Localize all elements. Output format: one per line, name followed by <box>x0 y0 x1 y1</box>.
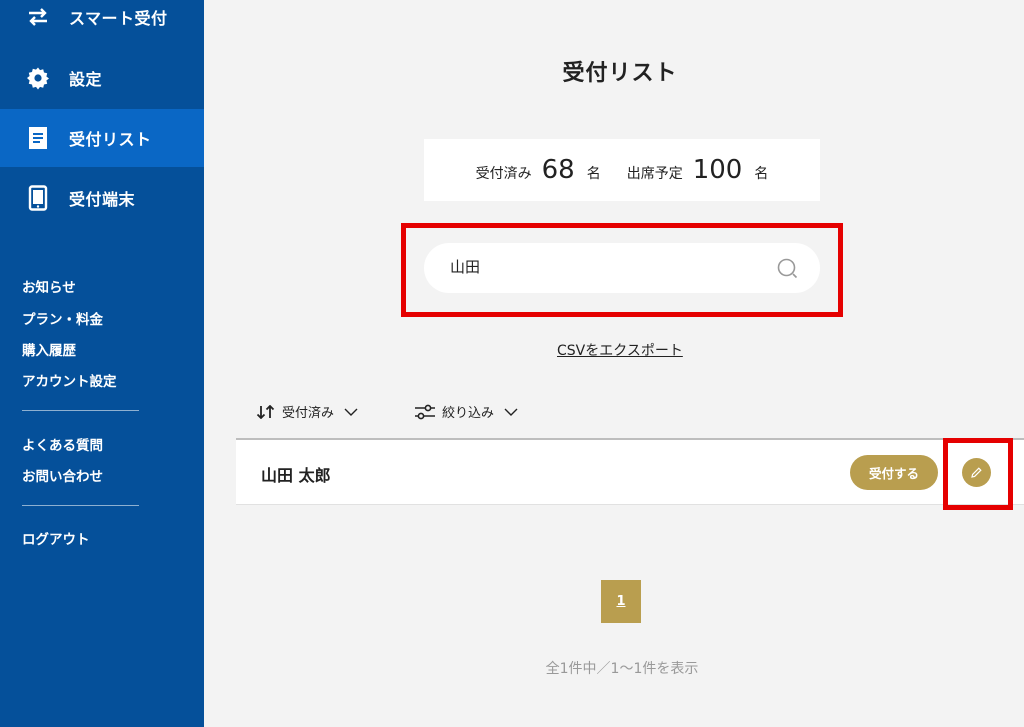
check-in-button[interactable]: 受付する <box>850 455 938 490</box>
checked-in-stat: 受付済み 68 名 <box>476 155 601 185</box>
checked-in-count: 68 <box>541 155 575 185</box>
link-account-settings[interactable]: アカウント設定 <box>22 370 117 390</box>
checked-in-label: 受付済み <box>475 166 532 182</box>
sidebar: スマート受付 設定 受付リスト 受付端末 お知らせ プラン・料金 購入履歴 アカ… <box>0 0 204 727</box>
sort-dropdown[interactable]: 受付済み <box>256 402 358 421</box>
link-contact[interactable]: お問い合わせ <box>22 465 103 485</box>
swap-arrows-icon <box>26 5 50 29</box>
search-icon[interactable] <box>776 257 800 281</box>
document-icon <box>26 126 50 150</box>
search-box[interactable] <box>424 243 820 293</box>
checked-in-unit: 名 <box>586 166 601 182</box>
attendee-name: 山田 太郎 <box>261 466 331 485</box>
sliders-icon <box>414 404 436 420</box>
nav-label: 受付端末 <box>69 190 136 209</box>
expected-label: 出席予定 <box>626 166 683 182</box>
sort-arrows-icon <box>256 404 276 419</box>
csv-export-link[interactable]: CSVをエクスポート <box>557 340 683 360</box>
link-purchase-history[interactable]: 購入履歴 <box>22 339 76 359</box>
link-faq[interactable]: よくある質問 <box>22 434 103 454</box>
expected-unit: 名 <box>754 166 769 182</box>
logout-link[interactable]: ログアウト <box>22 528 90 548</box>
sort-label: 受付済み <box>282 406 335 421</box>
filter-label: 絞り込み <box>442 406 495 421</box>
nav-item-smart-reception[interactable]: スマート受付 <box>0 0 204 46</box>
nav-item-reception-terminal[interactable]: 受付端末 <box>0 169 204 227</box>
sidebar-divider <box>22 410 139 411</box>
sidebar-divider <box>22 505 139 506</box>
chevron-down-icon <box>344 408 358 416</box>
expected-count: 100 <box>692 155 743 185</box>
nav-item-settings[interactable]: 設定 <box>0 49 204 107</box>
edit-highlight-box <box>943 438 1013 510</box>
expected-stat: 出席予定 100 名 <box>627 155 769 185</box>
nav-item-reception-list[interactable]: 受付リスト <box>0 109 204 167</box>
link-plans-pricing[interactable]: プラン・料金 <box>22 308 103 328</box>
table-row: 山田 太郎 受付する <box>236 440 1024 505</box>
page-title: 受付リスト <box>562 61 678 86</box>
search-input[interactable] <box>450 257 770 275</box>
gear-icon <box>26 66 50 90</box>
stats-card: 受付済み 68 名 出席予定 100 名 <box>424 139 820 201</box>
nav-label: 受付リスト <box>69 130 152 149</box>
filter-dropdown[interactable]: 絞り込み <box>414 402 518 421</box>
tablet-icon <box>26 185 50 211</box>
page-button[interactable]: 1 <box>601 580 641 623</box>
nav-label: スマート受付 <box>69 9 168 28</box>
nav-label: 設定 <box>69 70 103 89</box>
pagination-info: 全1件中／1〜1件を表示 <box>545 661 699 677</box>
chevron-down-icon <box>504 408 518 416</box>
link-news[interactable]: お知らせ <box>22 276 76 296</box>
